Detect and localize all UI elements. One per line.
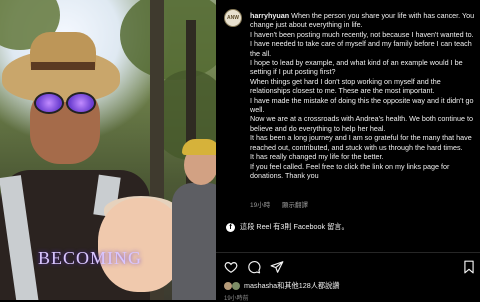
caption-line: Now we are at a crossroads with Andrea's… [250,114,473,133]
caption-line: It has been a long journey and I am so g… [250,133,472,152]
heart-icon[interactable] [224,260,238,274]
action-bar [224,260,284,274]
likes-text: mashasha和其他128人都說讚 [244,281,340,290]
caption-line: If you feel called. Feel free to click t… [250,161,450,180]
tree-foliage [120,0,216,80]
woman-cap [182,139,216,155]
caption-line: I have made the mistake of doing this th… [250,95,474,115]
caption-line: It has really changed my life for the be… [250,152,384,162]
divider [216,252,480,253]
post-caption: harryhyuan When the person you share you… [250,11,476,180]
reel-video[interactable]: BECOMING [0,0,216,300]
avatar[interactable]: ANW [224,9,242,27]
facebook-icon: f [226,222,235,232]
woman [170,139,216,300]
footer-time: 19小時前 [224,296,249,302]
post-meta: 19小時 顯示翻譯 [250,199,318,209]
likes-row[interactable]: mashasha和其他128人都說讚 [224,281,339,291]
facebook-comments-text: 這段 Reel 有3則 Facebook 留言。 [240,222,349,231]
comment-icon[interactable] [247,260,261,274]
facebook-comments-row[interactable]: f 這段 Reel 有3則 Facebook 留言。 [226,222,349,232]
share-icon[interactable] [270,260,284,274]
username-link[interactable]: harryhyuan [250,11,289,20]
sunglasses-left [34,92,64,114]
post-panel: ANW harryhyuan When the person you share… [216,0,480,302]
caption-line: I haven't been posting much recently, no… [250,29,474,58]
hat-band [31,62,95,70]
see-translation-link[interactable]: 顯示翻譯 [282,202,308,209]
woman-body [172,183,216,300]
liker-avatar [232,282,240,290]
bookmark-icon[interactable] [462,260,476,274]
video-caption: BECOMING [38,248,143,268]
caption-line: I hope to lead by example, and what kind… [250,58,463,77]
caption-line: When things get hard I don't stop workin… [250,76,441,96]
liker-avatar [224,282,232,290]
sunglasses-right [66,92,96,114]
time-ago: 19小時 [250,202,271,209]
